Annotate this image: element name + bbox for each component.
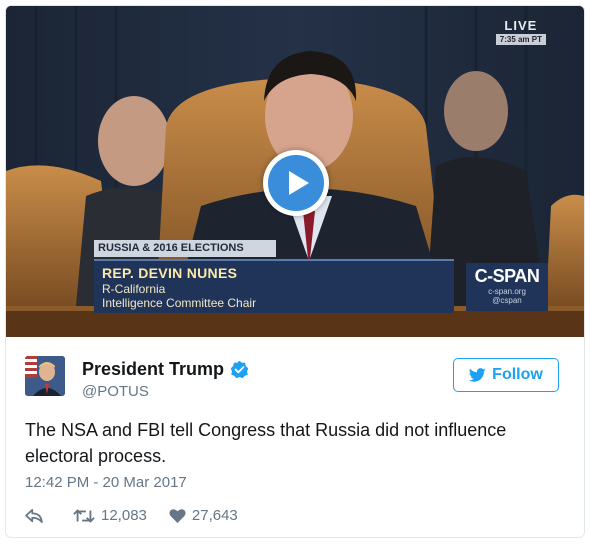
speaker-name: REP. DEVIN NUNES: [102, 265, 238, 281]
reply-button[interactable]: [25, 508, 43, 523]
like-button[interactable]: 27,643: [169, 507, 238, 524]
speaker-role: Intelligence Committee Chair: [102, 296, 257, 310]
avatar[interactable]: [25, 356, 65, 396]
display-name[interactable]: President Trump: [82, 359, 224, 380]
speaker-party: R-California: [102, 282, 166, 296]
tweet-text: The NSA and FBI tell Congress that Russi…: [25, 420, 507, 466]
network-handle: @cspan: [492, 296, 522, 305]
retweet-icon: [73, 508, 95, 523]
play-button[interactable]: [263, 150, 329, 216]
network-url: c-span.org: [488, 287, 526, 296]
reply-icon: [25, 508, 43, 523]
display-name-row: President Trump: [82, 359, 249, 380]
follow-button[interactable]: Follow: [453, 358, 559, 392]
network-logo: C-SPAN c-span.org @cspan: [466, 263, 548, 311]
retweet-count: 12,083: [101, 507, 147, 524]
user-handle[interactable]: @POTUS: [82, 383, 149, 400]
topic-banner: RUSSIA & 2016 ELECTIONS: [94, 240, 276, 257]
tweet-timestamp[interactable]: 12:42 PM - 20 Mar 2017: [25, 474, 187, 491]
live-label: LIVE: [504, 18, 538, 33]
name-caption: REP. DEVIN NUNES R-California Intelligen…: [94, 259, 454, 313]
twitter-bird-icon: [469, 368, 486, 382]
heart-icon: [169, 509, 186, 523]
network-logo-text: C-SPAN: [474, 266, 540, 286]
tweet-actions: 12,083 27,643: [25, 507, 238, 524]
live-time: 7:35 am PT: [495, 34, 546, 45]
retweet-button[interactable]: 12,083: [73, 507, 147, 524]
tweet-card: LIVE 7:35 am PT RUSSIA & 2016 ELECTIONS …: [5, 5, 585, 538]
tweet-body: President Trump @POTUS Follow The NSA an…: [6, 337, 584, 537]
video-player[interactable]: LIVE 7:35 am PT RUSSIA & 2016 ELECTIONS …: [6, 6, 584, 337]
like-count: 27,643: [191, 507, 238, 524]
live-indicator: LIVE 7:35 am PT: [495, 18, 546, 45]
play-icon[interactable]: [268, 155, 324, 211]
follow-label: Follow: [492, 366, 543, 383]
verified-badge-icon: [230, 360, 249, 379]
